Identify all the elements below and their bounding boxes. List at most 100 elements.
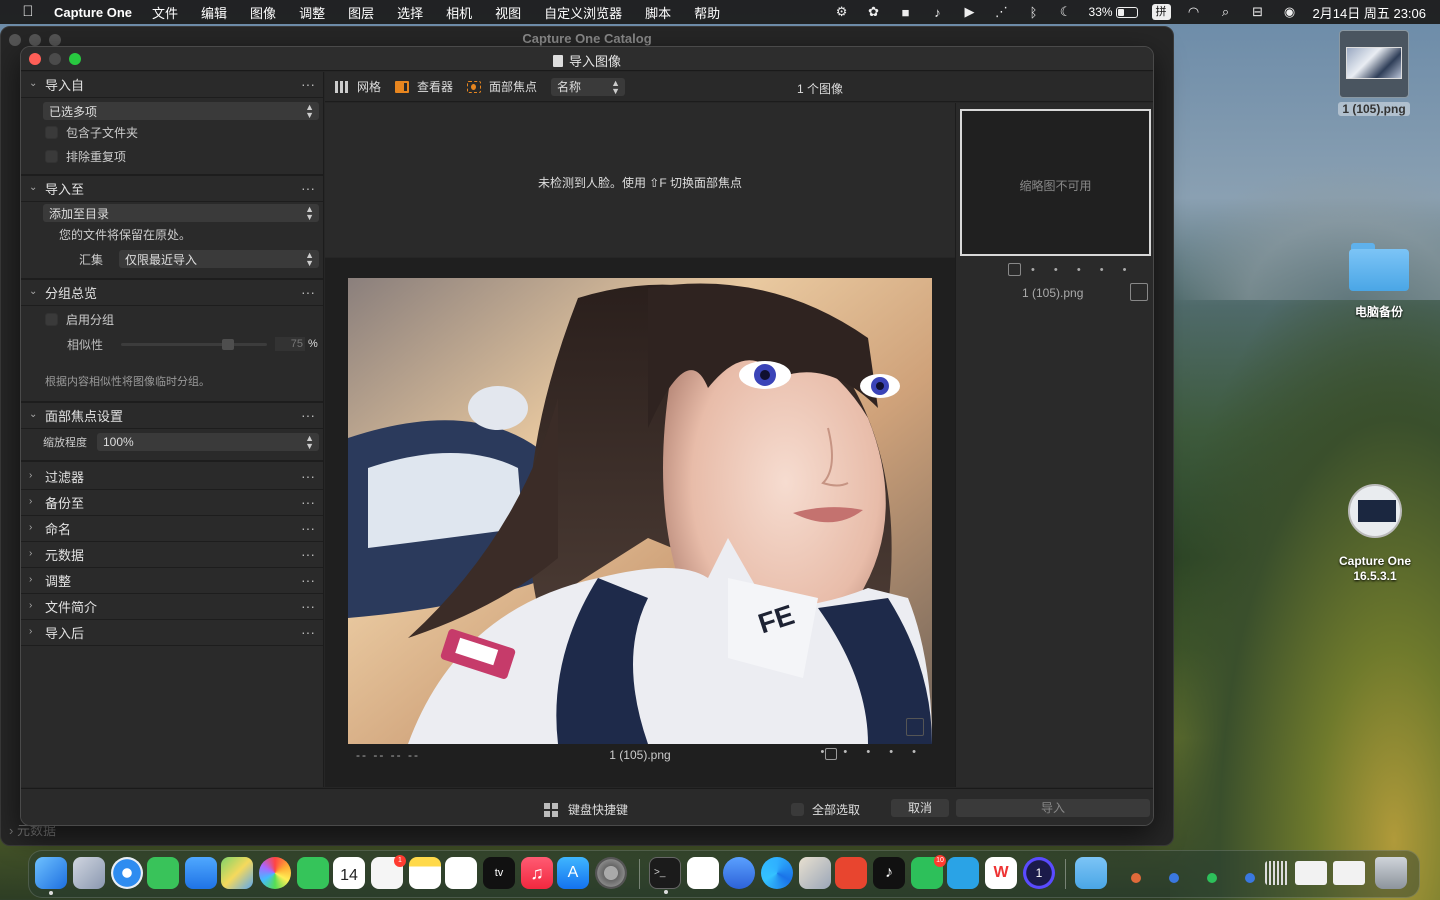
enable-grouping-row[interactable]: 启用分组 — [43, 307, 319, 331]
mini-window-icon-1[interactable] — [1131, 873, 1141, 883]
photos-icon[interactable] — [259, 857, 291, 889]
mini-window-icon-5[interactable] — [1265, 861, 1289, 885]
app-icon-red[interactable] — [835, 857, 867, 889]
menu-custom-browser[interactable]: 自定义浏览器 — [544, 3, 622, 22]
destination-select[interactable]: 添加至目录 ▲ ▼ — [43, 204, 319, 222]
menu-image[interactable]: 图像 — [250, 3, 276, 22]
grid-view-button[interactable]: 网格 — [335, 78, 381, 95]
safari-icon[interactable] — [111, 857, 143, 889]
more-options-icon[interactable]: ··· — [301, 494, 315, 510]
menu-scripts[interactable]: 脚本 — [645, 3, 671, 22]
similarity-slider[interactable] — [121, 338, 268, 350]
telegram-icon[interactable] — [947, 857, 979, 889]
apple-menu-icon[interactable]:  — [20, 4, 36, 20]
tiktok-icon[interactable]: ♪ — [873, 857, 905, 889]
section-grouping[interactable]: ⌄ 分组总览 ··· — [21, 280, 323, 306]
menu-select[interactable]: 选择 — [397, 3, 423, 22]
similarity-value-field[interactable]: 75 — [275, 337, 306, 351]
freeform-icon[interactable] — [445, 857, 477, 889]
edge-browser-icon[interactable] — [761, 857, 793, 889]
input-method-indicator[interactable]: 拼 — [1151, 4, 1171, 20]
menu-edit[interactable]: 编辑 — [201, 3, 227, 22]
select-all-row[interactable]: 全部选取 — [791, 801, 860, 818]
mini-window-icon-3[interactable] — [1207, 873, 1217, 883]
status-app-icon-1[interactable]: ⚙ — [833, 4, 851, 20]
app-icon-flower[interactable] — [687, 857, 719, 889]
more-options-icon[interactable]: ··· — [301, 546, 315, 562]
menu-help[interactable]: 帮助 — [694, 3, 720, 22]
thumbnail-rating[interactable]: • • • • • — [1031, 264, 1134, 276]
mail-icon[interactable] — [185, 857, 217, 889]
status-app-icon-2[interactable]: ✿ — [865, 4, 883, 20]
exclude-duplicates-row[interactable]: 排除重复项 — [43, 144, 319, 168]
trash-icon[interactable] — [1375, 857, 1407, 889]
cancel-button[interactable]: 取消 — [891, 799, 949, 817]
launchpad-icon[interactable] — [73, 857, 105, 889]
collection-select[interactable]: 仅限最近导入 ▲ ▼ — [119, 250, 319, 268]
maps-icon[interactable] — [221, 857, 253, 889]
terminal-icon[interactable]: >_ — [649, 857, 681, 894]
siri-icon[interactable]: ◉ — [1281, 4, 1299, 20]
menu-view[interactable]: 视图 — [495, 3, 521, 22]
enable-grouping-checkbox[interactable] — [45, 312, 58, 326]
more-options-icon[interactable]: ··· — [301, 624, 315, 640]
section-import-from[interactable]: ⌄ 导入自 ··· — [21, 72, 323, 98]
include-subfolders-checkbox[interactable] — [45, 125, 58, 139]
control-center-icon[interactable]: ⊟ — [1249, 4, 1267, 20]
more-options-icon[interactable]: ··· — [301, 598, 315, 614]
section-metadata[interactable]: › 元数据 ··· — [21, 542, 323, 568]
face-focus-button[interactable]: 面部焦点 — [467, 78, 537, 95]
downloads-folder-icon[interactable] — [1075, 857, 1107, 889]
exclude-duplicates-checkbox[interactable] — [45, 149, 58, 163]
thumbnail-item[interactable]: 缩略图不可用 — [960, 109, 1151, 256]
menu-adjust[interactable]: 调整 — [299, 3, 325, 22]
bluetooth-icon[interactable]: ᛒ — [1025, 4, 1043, 20]
calendar-icon[interactable]: 14 — [333, 857, 365, 889]
section-import-to[interactable]: ⌄ 导入至 ··· — [21, 176, 323, 202]
onepassword-icon[interactable]: 1 — [1023, 857, 1055, 889]
more-options-icon[interactable]: ··· — [301, 407, 315, 423]
more-options-icon[interactable]: ··· — [301, 76, 315, 92]
network-status-icon[interactable]: ⋰ — [993, 4, 1011, 20]
notes-icon[interactable] — [409, 857, 441, 889]
facetime-icon[interactable] — [297, 857, 329, 889]
more-options-icon[interactable]: ··· — [301, 468, 315, 484]
include-subfolders-row[interactable]: 包含子文件夹 — [43, 120, 319, 144]
battery-status[interactable]: 33% — [1089, 5, 1138, 19]
app-icon-circle[interactable] — [723, 857, 755, 889]
system-settings-icon[interactable] — [595, 857, 627, 889]
apple-tv-icon[interactable]: tv — [483, 857, 515, 889]
zoom-select[interactable]: 100% ▲ ▼ — [97, 433, 319, 451]
section-after-import[interactable]: › 导入后 ··· — [21, 620, 323, 646]
mini-window-icon-4[interactable] — [1245, 873, 1255, 883]
messages-icon[interactable] — [147, 857, 179, 889]
similarity-slider-knob[interactable] — [222, 338, 235, 350]
more-options-icon[interactable]: ··· — [301, 572, 315, 588]
reminders-icon[interactable]: 1 — [371, 855, 406, 889]
more-options-icon[interactable]: ··· — [301, 520, 315, 536]
preview-rating[interactable]: • • • • • — [821, 746, 924, 758]
mini-window-icon-7[interactable] — [1333, 861, 1365, 885]
section-naming[interactable]: › 命名 ··· — [21, 516, 323, 542]
preview-image[interactable]: FE — [348, 278, 932, 744]
tiktok-status-icon[interactable]: ♪ — [929, 4, 947, 20]
mini-window-icon-6[interactable] — [1295, 861, 1327, 885]
thumbnail-select-box[interactable] — [1130, 283, 1148, 301]
wifi-icon[interactable]: ◠ — [1185, 4, 1203, 20]
section-filters[interactable]: › 过滤器 ··· — [21, 464, 323, 490]
more-options-icon[interactable]: ··· — [301, 284, 315, 300]
status-app-icon-3[interactable]: ■ — [897, 4, 915, 20]
spotlight-search-icon[interactable]: ⌕ — [1217, 4, 1235, 20]
archive-app-icon[interactable] — [799, 857, 831, 889]
finder-icon[interactable] — [35, 857, 67, 895]
desktop-file-item[interactable]: 1 (105).png — [1338, 30, 1410, 120]
keyboard-shortcuts-button[interactable]: 键盘快捷键 — [544, 801, 628, 818]
sort-select[interactable]: 名称 ▲ ▼ — [551, 77, 626, 96]
music-icon[interactable]: ♫ — [521, 857, 553, 889]
section-backup-to[interactable]: › 备份至 ··· — [21, 490, 323, 516]
section-face-focus[interactable]: ⌄ 面部焦点设置 ··· — [21, 403, 323, 429]
wechat-icon[interactable]: 10 — [911, 855, 946, 889]
focus-moon-icon[interactable]: ☾ — [1057, 4, 1075, 20]
desktop-app-item[interactable]: Capture One 16.5.3.1 — [1330, 484, 1420, 584]
menu-camera[interactable]: 相机 — [446, 3, 472, 22]
